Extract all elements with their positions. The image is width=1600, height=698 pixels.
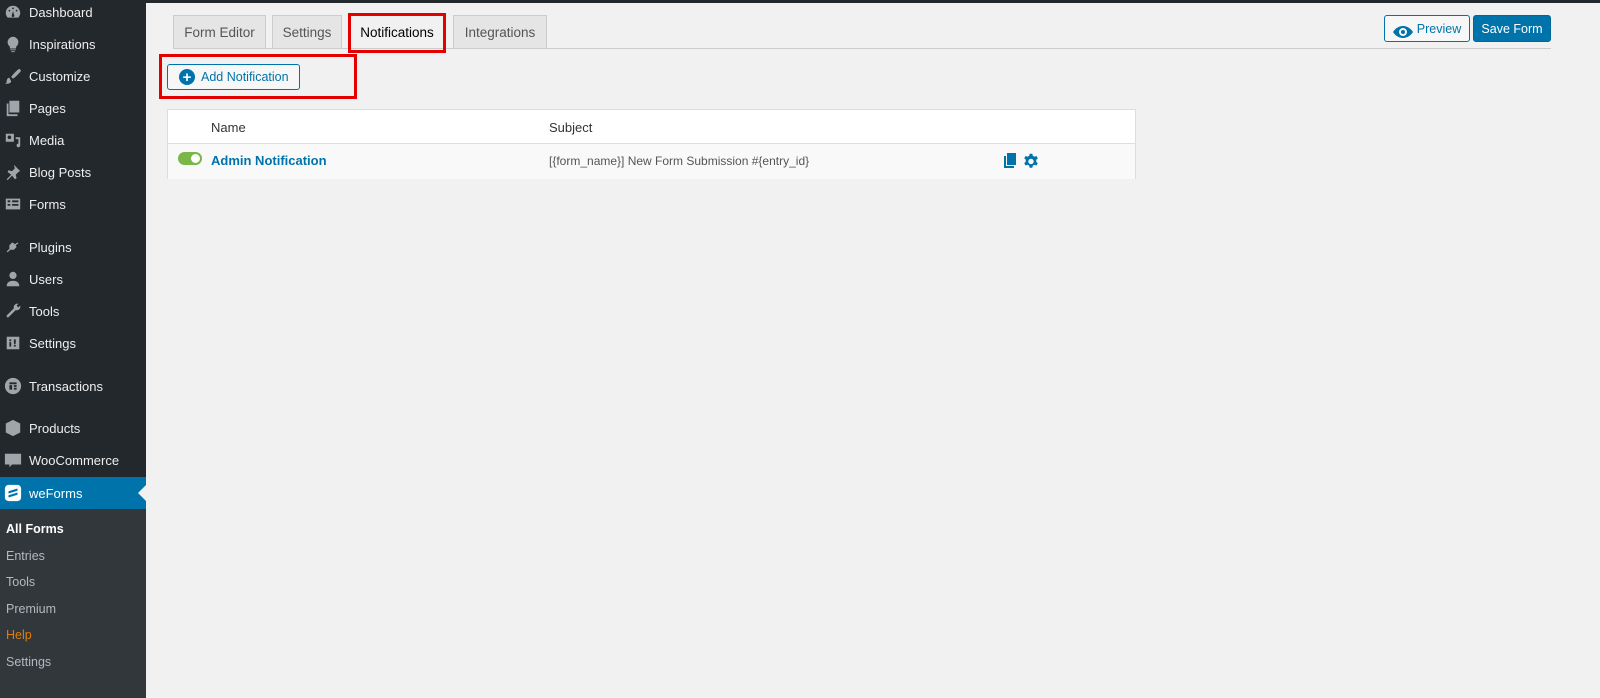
sidebar-item-blog-posts[interactable]: Blog Posts bbox=[0, 156, 146, 188]
column-header-name: Name bbox=[211, 120, 246, 135]
paintbrush-icon bbox=[3, 66, 23, 86]
sidebar-item-products[interactable]: Products bbox=[0, 412, 146, 444]
active-menu-indicator bbox=[138, 485, 146, 501]
table-row: Admin Notification [{form_name}] New For… bbox=[168, 144, 1135, 179]
pages-icon bbox=[3, 98, 23, 118]
plus-circle-icon: + bbox=[179, 69, 195, 85]
eye-icon bbox=[1392, 25, 1413, 38]
save-form-button[interactable]: Save Form bbox=[1473, 15, 1551, 42]
duplicate-icon[interactable] bbox=[1001, 152, 1019, 170]
wrench-icon bbox=[3, 301, 23, 321]
submenu-premium[interactable]: Premium bbox=[6, 602, 56, 616]
notification-name-link[interactable]: Admin Notification bbox=[211, 153, 327, 168]
sidebar-item-woocommerce[interactable]: WooCommerce bbox=[0, 444, 146, 476]
weforms-submenu: All Forms Entries Tools Premium Help Set… bbox=[0, 509, 146, 698]
submenu-help[interactable]: Help bbox=[6, 628, 32, 642]
admin-top-bar bbox=[0, 0, 1600, 3]
woocommerce-icon bbox=[3, 450, 23, 470]
sidebar-item-label: Inspirations bbox=[29, 36, 96, 52]
tab-settings[interactable]: Settings bbox=[272, 15, 342, 49]
weforms-icon bbox=[3, 483, 23, 503]
sidebar-item-transactions[interactable]: Transactions bbox=[0, 370, 146, 402]
sidebar-item-label: Users bbox=[29, 271, 63, 287]
sidebar-item-pages[interactable]: Pages bbox=[0, 92, 146, 124]
preview-button[interactable]: Preview bbox=[1384, 15, 1470, 42]
sidebar-item-dashboard[interactable]: Dashboard bbox=[0, 0, 146, 28]
media-icon bbox=[3, 130, 23, 150]
sidebar-item-settings[interactable]: Settings bbox=[0, 327, 146, 359]
plugin-icon bbox=[3, 237, 23, 257]
tab-notifications[interactable]: Notifications bbox=[350, 15, 444, 49]
sidebar-item-label: Plugins bbox=[29, 239, 72, 255]
box-icon bbox=[3, 418, 23, 438]
sidebar-item-customize[interactable]: Customize bbox=[0, 60, 146, 92]
add-notification-label: Add Notification bbox=[201, 70, 289, 84]
sidebar-item-inspirations[interactable]: Inspirations bbox=[0, 28, 146, 60]
sidebar-item-media[interactable]: Media bbox=[0, 124, 146, 156]
gear-icon[interactable] bbox=[1022, 152, 1040, 170]
sidebar-item-label: Transactions bbox=[29, 378, 103, 394]
sidebar-item-label: Media bbox=[29, 132, 65, 148]
sidebar-item-forms[interactable]: Forms bbox=[0, 188, 146, 220]
sidebar-item-label: Products bbox=[29, 420, 81, 436]
lightbulb-icon bbox=[3, 34, 23, 54]
user-icon bbox=[3, 269, 23, 289]
settings-icon bbox=[3, 333, 23, 353]
forms-icon bbox=[3, 194, 23, 214]
sidebar-item-label: weForms bbox=[29, 485, 83, 501]
submenu-tools[interactable]: Tools bbox=[6, 575, 35, 589]
notification-subject: [{form_name}] New Form Submission #{entr… bbox=[549, 154, 810, 168]
sidebar-item-tools[interactable]: Tools bbox=[0, 295, 146, 327]
notification-enabled-toggle[interactable] bbox=[178, 152, 202, 165]
pushpin-icon bbox=[3, 162, 23, 182]
sidebar-item-label: Blog Posts bbox=[29, 164, 92, 180]
sidebar-item-label: Forms bbox=[29, 196, 66, 212]
tab-divider bbox=[173, 48, 1551, 49]
admin-sidebar: Dashboard Inspirations Customize Pages M… bbox=[0, 0, 146, 698]
sidebar-item-label: WooCommerce bbox=[29, 452, 120, 468]
sidebar-item-weforms[interactable]: weForms bbox=[0, 477, 146, 509]
preview-label: Preview bbox=[1416, 21, 1462, 36]
column-header-subject: Subject bbox=[549, 120, 593, 135]
tab-integrations[interactable]: Integrations bbox=[453, 15, 547, 49]
sidebar-item-label: Customize bbox=[29, 68, 91, 84]
table-header: Name Subject bbox=[168, 110, 1135, 144]
sidebar-item-label: Settings bbox=[29, 335, 76, 351]
sidebar-item-label: Dashboard bbox=[29, 4, 93, 20]
sidebar-item-label: Pages bbox=[29, 100, 66, 116]
notifications-table: Name Subject Admin Notification [{form_n… bbox=[167, 109, 1136, 179]
sidebar-item-label: Tools bbox=[29, 303, 60, 319]
sidebar-item-users[interactable]: Users bbox=[0, 263, 146, 295]
sidebar-item-plugins[interactable]: Plugins bbox=[0, 231, 146, 263]
submenu-all-forms[interactable]: All Forms bbox=[6, 522, 64, 536]
tab-form-editor[interactable]: Form Editor bbox=[173, 15, 266, 49]
add-notification-button[interactable]: + Add Notification bbox=[167, 64, 300, 90]
submenu-settings[interactable]: Settings bbox=[6, 655, 51, 669]
submenu-entries[interactable]: Entries bbox=[6, 549, 45, 563]
transactions-icon bbox=[3, 376, 23, 396]
dashboard-icon bbox=[3, 2, 23, 22]
